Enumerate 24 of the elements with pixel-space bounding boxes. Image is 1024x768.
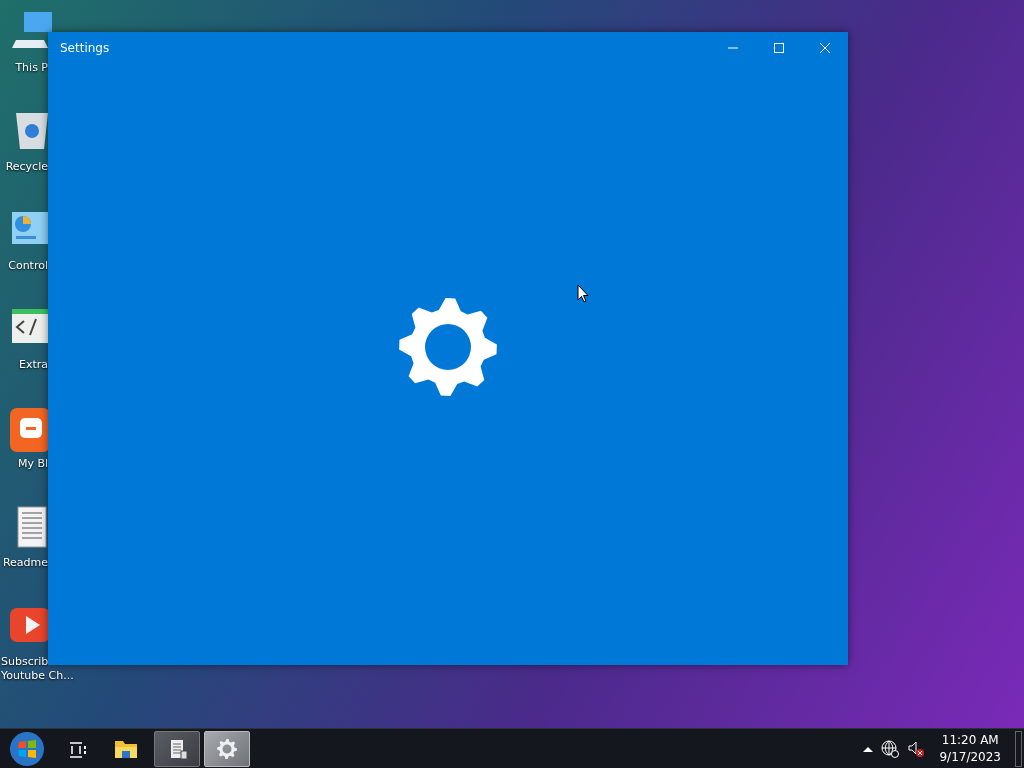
mouse-cursor-icon [577,284,589,303]
icon-label: Youtube Ch... [1,669,74,683]
muted-speaker-icon [907,739,926,758]
network-icon [881,739,900,758]
icon-label: Recycle [5,160,48,174]
gear-icon [215,736,239,761]
minimize-icon [728,47,738,49]
close-icon [820,43,830,53]
clock-time: 11:20 AM [941,731,999,749]
show-desktop-button[interactable] [1015,730,1022,767]
document-app-button[interactable] [154,730,200,767]
icon-label: Readme [2,556,48,570]
window-title: Settings [60,41,110,55]
settings-app-button[interactable] [204,730,250,767]
settings-gear-icon [398,296,498,397]
icon-label: Extra [18,358,48,372]
icon-label: Control [8,259,48,273]
clock-date: 9/17/2023 [939,748,1001,766]
icon-label: My Bl [17,457,48,471]
icon-label: Subscrib [1,655,49,669]
maximize-icon [774,43,784,53]
show-hidden-icons-icon [863,745,874,752]
icon-label: This P [15,61,48,75]
windows-logo-icon [9,730,45,767]
